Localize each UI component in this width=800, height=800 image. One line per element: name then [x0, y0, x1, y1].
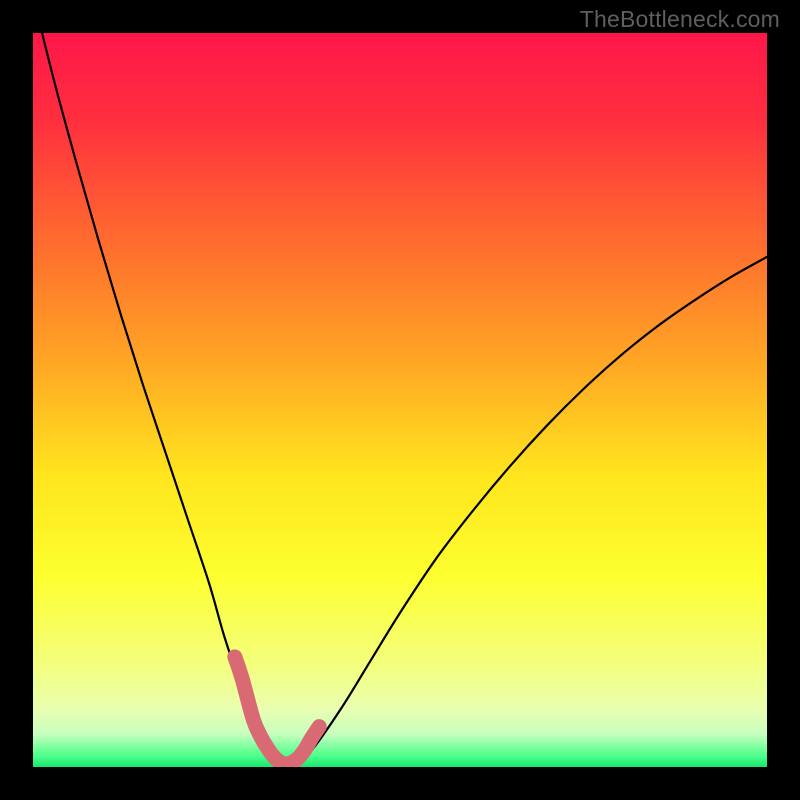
chart-frame: TheBottleneck.com: [0, 0, 800, 800]
watermark-label: TheBottleneck.com: [580, 6, 780, 33]
plot-area: [33, 33, 767, 767]
bottleneck-chart: [33, 33, 767, 767]
gradient-background: [33, 33, 767, 767]
